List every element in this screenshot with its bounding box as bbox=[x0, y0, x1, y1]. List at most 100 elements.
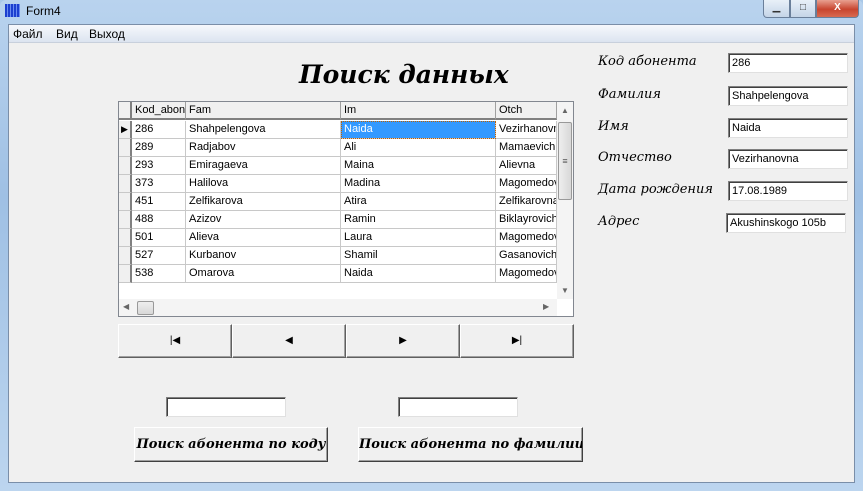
data-grid[interactable]: Kod_abon Fam Im Otch ▶ 286 Shahpelengova Na… bbox=[118, 101, 574, 317]
table-cell[interactable]: 289 bbox=[132, 139, 186, 157]
table-cell[interactable]: 527 bbox=[132, 247, 186, 265]
nav-prior-button[interactable]: ◀ bbox=[232, 324, 346, 358]
table-row[interactable]: 293 Emiragaeva Maina Alievna bbox=[119, 157, 557, 175]
table-cell[interactable]: Shahpelengova bbox=[186, 121, 341, 139]
row-indicator[interactable] bbox=[119, 247, 132, 265]
table-cell[interactable]: Ramin bbox=[341, 211, 496, 229]
title-bar[interactable]: Form4 ▁ □ X bbox=[0, 0, 863, 22]
table-cell[interactable]: Zelfikarova bbox=[186, 193, 341, 211]
minimize-button[interactable]: ▁ bbox=[763, 0, 790, 18]
table-cell[interactable]: Biklayrovich bbox=[496, 211, 557, 229]
table-cell[interactable]: Kurbanov bbox=[186, 247, 341, 265]
window-frame: Form4 ▁ □ X Файл Вид Выход Поиск данных … bbox=[0, 0, 863, 491]
table-cell[interactable]: 501 bbox=[132, 229, 186, 247]
horizontal-scroll-thumb[interactable] bbox=[137, 301, 154, 315]
table-cell[interactable]: Madina bbox=[341, 175, 496, 193]
row-indicator[interactable] bbox=[119, 157, 132, 175]
row-indicator[interactable] bbox=[119, 211, 132, 229]
vertical-scrollbar[interactable]: ▲ ≡ ▼ bbox=[557, 102, 573, 299]
im-label: Имя bbox=[598, 119, 629, 134]
menu-bar: Файл Вид Выход bbox=[9, 25, 854, 43]
table-row[interactable]: 373HalilovaMadinaMagomedovna bbox=[119, 175, 557, 193]
otch-label: Отчество bbox=[598, 150, 672, 165]
table-row[interactable]: 501AlievaLauraMagomedovna bbox=[119, 229, 557, 247]
table-cell[interactable]: Alieva bbox=[186, 229, 341, 247]
addr-field[interactable]: Akushinskogo 105b bbox=[726, 213, 846, 233]
nav-last-button[interactable]: ▶| bbox=[460, 324, 574, 358]
table-row[interactable]: 538OmarovaNaidaMagomedovna bbox=[119, 265, 557, 283]
menu-view[interactable]: Вид bbox=[56, 27, 78, 41]
table-cell[interactable]: Ali bbox=[341, 139, 496, 157]
table-cell[interactable]: Omarova bbox=[186, 265, 341, 283]
table-cell[interactable]: Alievna bbox=[496, 157, 557, 175]
menu-file[interactable]: Файл bbox=[13, 27, 43, 41]
table-cell[interactable]: Magomedovna bbox=[496, 229, 557, 247]
table-cell[interactable]: Laura bbox=[341, 229, 496, 247]
row-indicator[interactable] bbox=[119, 265, 132, 283]
table-row[interactable]: 488 Azizov Ramin Biklayrovich bbox=[119, 211, 557, 229]
table-cell[interactable]: 373 bbox=[132, 175, 186, 193]
table-cell[interactable]: 488 bbox=[132, 211, 186, 229]
scroll-up-icon[interactable]: ▲ bbox=[561, 106, 569, 115]
row-indicator[interactable] bbox=[119, 193, 132, 211]
table-cell[interactable]: 286 bbox=[132, 121, 186, 139]
column-header[interactable]: Otch bbox=[496, 102, 557, 120]
table-cell[interactable]: Radjabov bbox=[186, 139, 341, 157]
nav-next-button[interactable]: ▶ bbox=[346, 324, 460, 358]
addr-label: Адрес bbox=[598, 214, 640, 229]
table-cell[interactable]: Magomedovna bbox=[496, 175, 557, 193]
close-button[interactable]: X bbox=[816, 0, 859, 18]
fam-label: Фамилия bbox=[598, 87, 661, 102]
window-title: Form4 bbox=[26, 4, 61, 18]
table-cell[interactable]: Gasanovich bbox=[496, 247, 557, 265]
dob-label: Дата рождения bbox=[598, 182, 713, 197]
table-cell[interactable]: Azizov bbox=[186, 211, 341, 229]
scroll-left-icon[interactable]: ◀ bbox=[123, 302, 129, 311]
search-by-name-button[interactable]: Поиск абонента по фамилии bbox=[358, 427, 583, 462]
scroll-down-icon[interactable]: ▼ bbox=[561, 286, 569, 295]
table-cell[interactable]: 293 bbox=[132, 157, 186, 175]
table-cell[interactable]: Shamil bbox=[341, 247, 496, 265]
table-row[interactable]: 451 Zelfikarova Atira Zelfikarovna bbox=[119, 193, 557, 211]
app-icon bbox=[5, 4, 20, 17]
table-cell[interactable]: Zelfikarovna bbox=[496, 193, 557, 211]
table-cell[interactable]: Naida bbox=[341, 121, 496, 139]
table-cell[interactable]: Atira bbox=[341, 193, 496, 211]
table-cell[interactable]: Magomedovna bbox=[496, 265, 557, 283]
scroll-right-icon[interactable]: ▶ bbox=[543, 302, 549, 311]
horizontal-scrollbar[interactable]: ◀ ▶ bbox=[119, 299, 557, 316]
vertical-scroll-thumb[interactable]: ≡ bbox=[558, 122, 572, 200]
page-title: Поиск данных bbox=[299, 60, 509, 89]
menu-exit[interactable]: Выход bbox=[89, 27, 125, 41]
table-cell[interactable]: Halilova bbox=[186, 175, 341, 193]
table-cell[interactable]: Maina bbox=[341, 157, 496, 175]
column-header[interactable]: Im bbox=[341, 102, 496, 120]
search-code-input[interactable] bbox=[166, 397, 286, 417]
column-header[interactable]: Kod_abon bbox=[132, 102, 186, 120]
grid-header: Kod_abon Fam Im Otch bbox=[119, 102, 557, 120]
table-cell[interactable]: Vezirhanovna bbox=[496, 121, 557, 139]
maximize-button[interactable]: □ bbox=[790, 0, 816, 18]
table-row[interactable]: 289 Radjabov Ali Mamaevich bbox=[119, 139, 557, 157]
kod-label: Код абонента bbox=[598, 54, 697, 69]
kod-field[interactable]: 286 bbox=[728, 53, 848, 73]
nav-first-button[interactable]: |◀ bbox=[118, 324, 232, 358]
row-indicator[interactable] bbox=[119, 139, 132, 157]
row-indicator[interactable] bbox=[119, 175, 132, 193]
row-indicator[interactable] bbox=[119, 229, 132, 247]
im-field[interactable]: Naida bbox=[728, 118, 848, 138]
table-cell[interactable]: 451 bbox=[132, 193, 186, 211]
search-by-code-button[interactable]: Поиск абонента по коду bbox=[134, 427, 328, 462]
table-cell[interactable]: 538 bbox=[132, 265, 186, 283]
fam-field[interactable]: Shahpelengova bbox=[728, 86, 848, 106]
table-row[interactable]: 527 Kurbanov Shamil Gasanovich bbox=[119, 247, 557, 265]
current-row-indicator-icon[interactable]: ▶ bbox=[119, 121, 132, 139]
column-header[interactable]: Fam bbox=[186, 102, 341, 120]
otch-field[interactable]: Vezirhanovna bbox=[728, 149, 848, 169]
search-name-input[interactable] bbox=[398, 397, 518, 417]
table-row[interactable]: ▶286ShahpelengovaNaidaVezirhanovna bbox=[119, 121, 557, 139]
dob-field[interactable]: 17.08.1989 bbox=[728, 181, 848, 201]
table-cell[interactable]: Naida bbox=[341, 265, 496, 283]
table-cell[interactable]: Mamaevich bbox=[496, 139, 557, 157]
table-cell[interactable]: Emiragaeva bbox=[186, 157, 341, 175]
